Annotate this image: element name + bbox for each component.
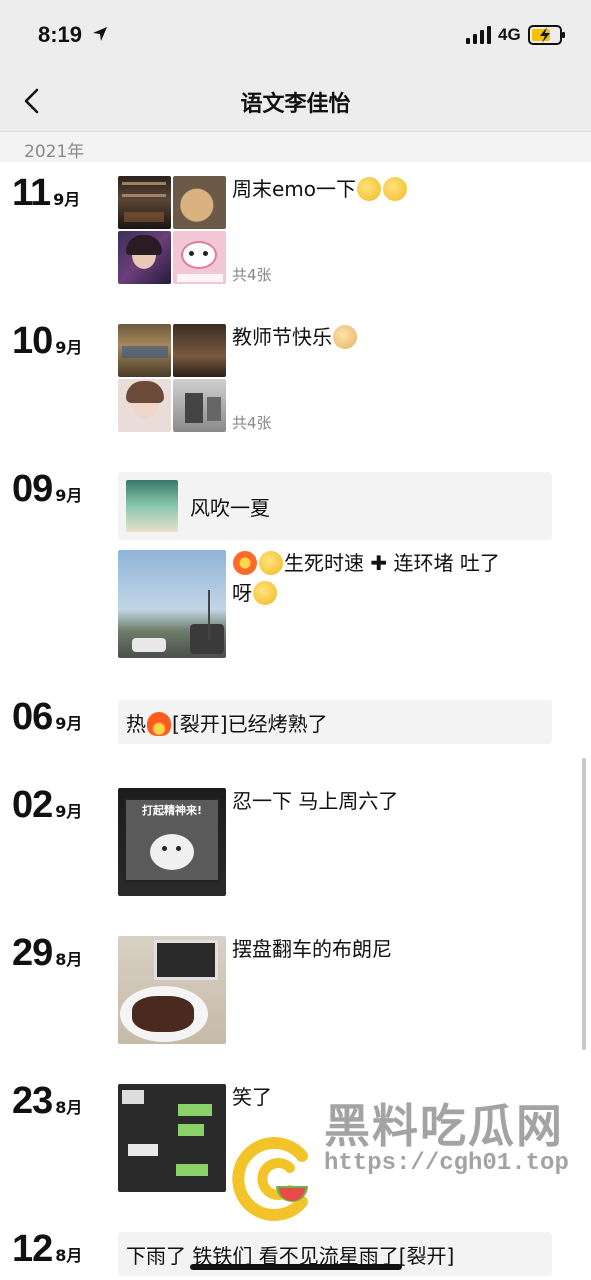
home-indicator[interactable] — [190, 1264, 402, 1270]
upside-down-face-emoji-icon — [383, 176, 408, 201]
moment-entry[interactable]: 29 8月 摆盘翻车的布朗尼 — [0, 932, 591, 1044]
photo-thumbnail[interactable] — [118, 936, 226, 1044]
photo-grid[interactable] — [118, 176, 226, 284]
entry-day: 12 — [12, 1228, 53, 1270]
battery-charging-icon — [528, 25, 565, 45]
caption-text: 生死时速 — [284, 551, 364, 575]
year-label: 2021年 — [24, 142, 85, 162]
moment-entry[interactable]: 11 9月 周末emo一下 共4张 — [0, 172, 591, 292]
cellular-signal-icon — [466, 26, 491, 44]
entry-caption: 生死时速 ✚ 连环堵 吐了 呀 — [232, 548, 552, 608]
navigation-bar: 语文李佳怡 — [0, 70, 591, 132]
photo-thumbnail[interactable] — [118, 231, 171, 284]
photo-thumbnail[interactable] — [173, 176, 226, 229]
entry-month: 9月 — [55, 338, 83, 357]
plus-emoji-icon: ✚ — [370, 551, 388, 575]
entry-date: 10 9月 — [12, 320, 82, 363]
photo-thumbnail[interactable] — [173, 324, 226, 377]
entry-caption: 忍一下 马上周六了 — [232, 789, 399, 813]
photo-thumbnail[interactable] — [118, 324, 171, 377]
entry-date: 09 9月 — [12, 468, 82, 511]
page-title: 语文李佳怡 — [240, 92, 351, 117]
entry-caption: 摆盘翻车的布朗尼 — [232, 937, 392, 961]
photo-thumbnail[interactable] — [118, 1084, 226, 1192]
entry-text-2: [裂开]已经烤熟了 — [172, 712, 328, 736]
moment-entry[interactable]: 06 9月 热 [裂开]已经烤熟了 — [0, 696, 591, 746]
entry-day: 11 — [12, 172, 51, 214]
moments-album-screen: 8:19 4G 语文李佳怡 2021年 11 9月 周末emo一下 共4张 10… — [0, 0, 591, 1280]
entry-month: 8月 — [55, 1246, 83, 1265]
entry-caption: 教师节快乐 — [232, 322, 358, 352]
watermark-title: 黑料吃瓜网 — [324, 1099, 564, 1153]
watermark: 黑料吃瓜网 https://cgh01.top — [232, 1090, 572, 1221]
entry-day: 02 — [12, 784, 53, 826]
caption-text-2: 连环堵 吐了 — [393, 551, 500, 575]
entry-date: 23 8月 — [12, 1080, 82, 1123]
photo-thumbnail[interactable] — [118, 176, 171, 229]
watermark-url: https://cgh01.top — [324, 1150, 569, 1177]
entry-date: 06 9月 — [12, 696, 82, 739]
moment-entry[interactable]: 09 9月 风吹一夏 生死时速 ✚ 连环堵 吐了 呀 — [0, 468, 591, 658]
moment-entry[interactable]: 12 8月 下雨了 铁铁们 看不见流星雨了[裂开] — [0, 1228, 591, 1280]
photo-count: 共4张 — [232, 414, 272, 432]
entry-text: 热 [裂开]已经烤熟了 — [126, 708, 328, 738]
entry-day: 06 — [12, 696, 53, 738]
entry-day: 09 — [12, 468, 53, 510]
entry-date: 29 8月 — [12, 932, 82, 975]
caption-text: 周末emo一下 — [232, 177, 357, 201]
photo-thumbnail[interactable] — [118, 379, 171, 432]
entry-month: 8月 — [55, 950, 83, 969]
entry-month: 9月 — [53, 190, 81, 209]
entry-date: 02 9月 — [12, 784, 82, 827]
text-only-card[interactable]: 热 [裂开]已经烤熟了 — [118, 700, 552, 744]
photo-grid[interactable] — [118, 324, 226, 432]
entry-day: 29 — [12, 932, 53, 974]
moment-entry[interactable]: 02 9月 打起精神来! 忍一下 马上周六了 — [0, 784, 591, 896]
status-time: 8:19 — [38, 22, 83, 47]
entry-month: 9月 — [55, 714, 83, 733]
face-palm-emoji-icon — [357, 176, 382, 201]
entry-caption: 周末emo一下 — [232, 174, 408, 204]
shared-title: 风吹一夏 — [190, 496, 270, 520]
crying-face-emoji-icon — [253, 580, 277, 605]
entry-day: 23 — [12, 1080, 53, 1122]
scrollbar[interactable] — [582, 758, 586, 1050]
status-bar: 8:19 4G — [0, 0, 591, 70]
moment-entry[interactable]: 10 9月 教师节快乐 共4张 — [0, 320, 591, 440]
photo-thumbnail[interactable] — [118, 550, 226, 658]
photo-thumbnail[interactable]: 打起精神来! — [118, 788, 226, 896]
entry-day: 10 — [12, 320, 53, 362]
entry-text-1: 热 — [126, 712, 146, 736]
image-caption-text: 打起精神来! — [141, 804, 203, 817]
entry-date: 12 8月 — [12, 1228, 82, 1271]
shared-thumbnail — [126, 480, 178, 532]
network-type: 4G — [498, 25, 521, 44]
entry-month: 9月 — [55, 802, 83, 821]
entry-date: 11 9月 — [12, 172, 80, 215]
collision-emoji-icon — [233, 550, 257, 575]
year-header: 2021年 — [0, 132, 591, 162]
fire-emoji-icon — [147, 711, 171, 736]
doge-emoji-icon — [333, 324, 357, 349]
photo-thumbnail[interactable] — [173, 231, 226, 284]
exploding-head-emoji-icon — [259, 550, 283, 575]
entry-month: 8月 — [55, 1098, 83, 1117]
entry-month: 9月 — [55, 486, 83, 505]
caption-text: 教师节快乐 — [232, 325, 332, 349]
shared-link-card[interactable]: 风吹一夏 — [118, 472, 552, 540]
photo-thumbnail[interactable] — [173, 379, 226, 432]
location-arrow-icon — [93, 27, 107, 41]
caption-text-3: 呀 — [232, 581, 252, 605]
photo-count: 共4张 — [232, 266, 272, 284]
watermark-logo-icon — [232, 1137, 308, 1221]
